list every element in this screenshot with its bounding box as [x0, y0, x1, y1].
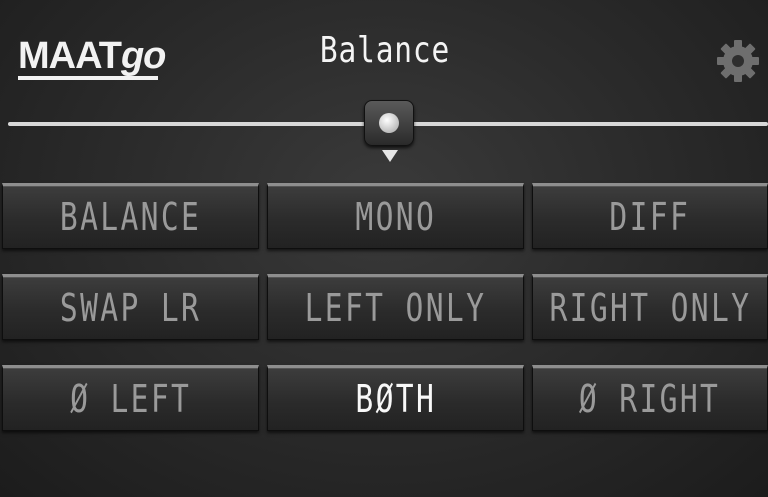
- mono-button[interactable]: MONO: [267, 183, 524, 249]
- page-title: Balance: [319, 30, 451, 71]
- button-label: BALANCE: [59, 195, 202, 239]
- logo-main: MAAT: [18, 35, 122, 77]
- button-label: SWAP LR: [59, 286, 202, 330]
- button-label: BØTH: [355, 377, 436, 421]
- slider-thumb-dot: [379, 113, 399, 133]
- both-button[interactable]: BØTH: [267, 365, 524, 431]
- button-label: RIGHT ONLY: [549, 286, 751, 330]
- button-label: DIFF: [609, 195, 691, 239]
- button-label: LEFT ONLY: [304, 286, 487, 330]
- swap-lr-button[interactable]: SWAP LR: [2, 274, 259, 340]
- phase-right-button[interactable]: Ø RIGHT: [532, 365, 768, 431]
- button-label: MONO: [355, 195, 436, 239]
- logo-suffix: go: [120, 35, 166, 77]
- phase-left-button[interactable]: Ø LEFT: [2, 365, 259, 431]
- logo-text: MAATgo: [18, 36, 228, 76]
- balance-slider[interactable]: [8, 100, 768, 168]
- button-label: Ø RIGHT: [579, 377, 721, 421]
- app-logo: MAATgo: [18, 36, 228, 82]
- button-label: Ø LEFT: [69, 377, 192, 421]
- slider-pointer-icon: [382, 150, 398, 162]
- gear-icon[interactable]: [713, 36, 763, 86]
- logo-underline: [18, 76, 158, 80]
- slider-thumb[interactable]: [364, 100, 414, 146]
- diff-button[interactable]: DIFF: [532, 183, 768, 249]
- right-only-button[interactable]: RIGHT ONLY: [532, 274, 768, 340]
- balance-button[interactable]: BALANCE: [2, 183, 259, 249]
- left-only-button[interactable]: LEFT ONLY: [267, 274, 524, 340]
